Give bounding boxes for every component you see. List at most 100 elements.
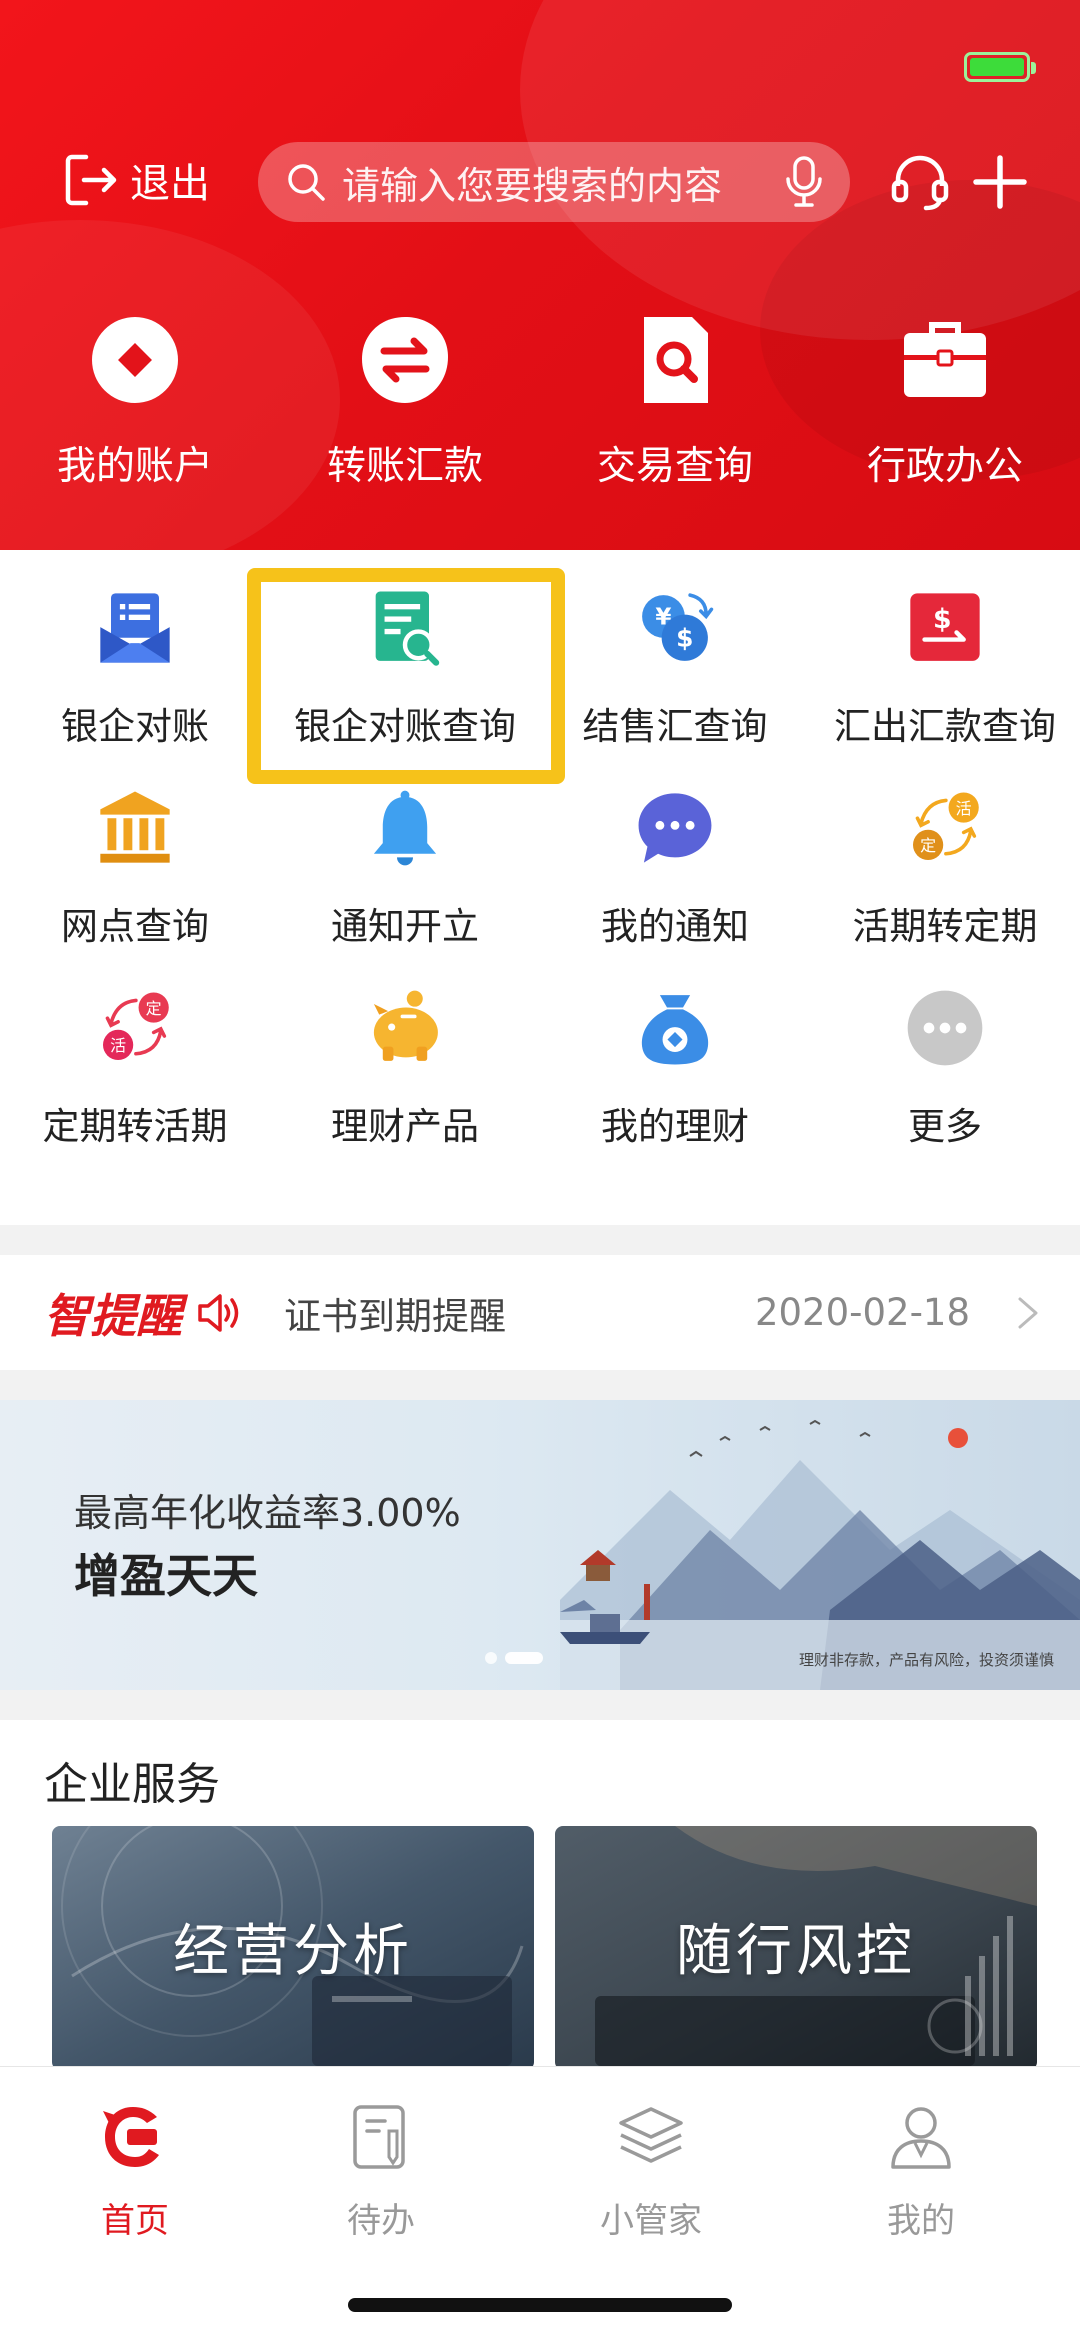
bell-icon [373,790,437,866]
briefcase-icon [904,322,986,397]
exit-button[interactable]: 退出 [62,148,210,212]
grid-item-label: 汇出汇款查询 [834,705,1056,748]
top-bar: 退出 请输入您要搜索的内容 [0,130,1080,230]
grid-item-label: 银企对账 [61,705,209,748]
grid-row: 银企对账 银企对账查询 ¥ $ 结售汇查询 $ 汇出汇款查询 [0,550,1080,750]
grid-item-wealth-products[interactable]: 理财产品 [270,950,540,1150]
svg-text:活: 活 [110,1036,126,1055]
headset-icon[interactable] [888,150,952,214]
svg-text:定: 定 [146,999,162,1018]
logout-icon [65,154,117,206]
battery-icon [964,52,1036,82]
grid-item-reconciliation[interactable]: 银企对账 [0,550,270,750]
reminder-text: 证书到期提醒 [284,1294,506,1338]
grid-item-label: 网点查询 [61,905,209,948]
card-label: 随行风控 [676,1918,916,1984]
grid-item-label: 活期转定期 [852,905,1038,948]
speaker-icon [198,1293,239,1332]
search-placeholder: 请输入您要搜索的内容 [342,163,723,208]
banner-subtitle: 最高年化收益率3.00% [74,1491,461,1535]
svg-text:定: 定 [920,836,936,855]
carousel-dot [485,1652,497,1664]
svg-text:活: 活 [956,799,972,818]
grid-item-label: 结售汇查询 [582,705,768,748]
quick-actions: 我的账户 转账汇款 交易查询 行政办公 [0,315,1080,515]
piggy-bank-icon [373,990,438,1061]
grid-item-label: 通知开立 [331,905,479,948]
fixed-to-current-icon: 定 活 [103,992,169,1060]
carousel-indicator [485,1652,543,1664]
reconciliation-query-icon [375,591,440,666]
grid-item-fixed-to-current[interactable]: 定 活 定期转活期 [0,950,270,1150]
quick-action-label: 我的账户 [56,444,213,489]
smart-reminder-bar[interactable]: 智提醒 证书到期提醒 2020-02-18 [0,1255,1080,1370]
carousel-dot-active [505,1652,543,1664]
grid-item-outward-remittance-query[interactable]: $ 汇出汇款查询 [810,550,1080,750]
exit-label: 退出 [130,161,210,207]
tab-todo[interactable]: 待办 [246,2101,516,2242]
microphone-icon[interactable] [784,155,824,209]
clipboard-icon [353,2105,405,2169]
risk-disclaimer: 理财非存款，产品有风险，投资须谨慎 [798,1651,1054,1669]
promo-banner[interactable]: 最高年化收益率3.00% 增盈天天 理财非存款，产品有风险，投资须谨慎 [0,1400,1080,1690]
grid-item-my-notices[interactable]: 我的通知 [540,750,810,950]
quick-action-transaction-query[interactable]: 交易查询 [540,315,810,515]
quick-action-transfer[interactable]: 转账汇款 [270,315,540,515]
reconciliation-icon [100,593,170,663]
grid-item-reconciliation-query[interactable]: 银企对账查询 [270,550,540,750]
banner-title: 增盈天天 [74,1549,258,1603]
fx-settlement-icon: ¥ $ [642,593,714,661]
tab-assistant[interactable]: 小管家 [516,2101,786,2242]
status-bar [0,0,1080,120]
tab-label: 小管家 [600,2201,702,2241]
grid-item-fx-settlement-query[interactable]: ¥ $ 结售汇查询 [540,550,810,750]
tab-me[interactable]: 我的 [786,2101,1056,2242]
landscape-illustration [560,1419,1080,1690]
grid-item-my-wealth[interactable]: 我的理财 [540,950,810,1150]
grid-item-label: 银企对账查询 [294,705,516,748]
transaction-query-icon [644,317,708,403]
plus-icon[interactable] [970,152,1030,212]
tab-home[interactable]: 首页 [0,2101,270,2242]
header: 退出 请输入您要搜索的内容 我的账户 转账汇款 交易查询 行政办公 [0,0,1080,550]
quick-action-label: 交易查询 [596,444,753,489]
chevron-right-icon [1018,1297,1038,1328]
account-icon [92,317,178,403]
card-risk-control[interactable]: 随行风控 [555,1826,1037,2070]
transfer-icon [362,317,448,403]
money-bag-icon [641,995,709,1065]
search-icon [288,164,325,201]
services-grid: 银企对账 银企对账查询 ¥ $ 结售汇查询 $ 汇出汇款查询 网点查询 通知开立… [0,550,1080,1225]
grid-item-label: 更多 [908,1105,982,1148]
smart-reminder-brand: 智提醒 [44,1288,182,1343]
layers-icon [619,2107,683,2163]
section-title: 企业服务 [44,1759,220,1810]
grid-item-more[interactable]: 更多 [810,950,1080,1150]
tab-label: 待办 [347,2201,415,2241]
grid-item-label: 我的理财 [601,1105,749,1148]
grid-item-current-to-fixed[interactable]: 活 定 活期转定期 [810,750,1080,950]
reminder-date: 2020-02-18 [754,1291,970,1334]
tab-label: 首页 [101,2201,169,2241]
enterprise-services: 企业服务 经营分析 随行风控 [0,1720,1080,2070]
grid-row: 网点查询 通知开立 我的通知 活 定 活期转定期 [0,750,1080,950]
outward-remittance-icon: $ [910,593,980,661]
grid-item-label: 定期转活期 [42,1105,228,1148]
card-label: 经营分析 [173,1918,413,1984]
grid-item-branch-query[interactable]: 网点查询 [0,750,270,950]
quick-action-admin-office[interactable]: 行政办公 [810,315,1080,515]
search-input[interactable]: 请输入您要搜索的内容 [258,142,850,222]
more-icon [907,990,983,1066]
quick-action-label: 行政办公 [866,444,1023,489]
home-indicator [348,2298,732,2312]
card-business-analysis[interactable]: 经营分析 [52,1826,534,2070]
tab-label: 我的 [887,2201,955,2241]
quick-action-my-account[interactable]: 我的账户 [0,315,270,515]
grid-item-label: 理财产品 [331,1105,479,1148]
user-icon [891,2107,951,2169]
grid-row: 定 活 定期转活期 理财产品 我的理财 更多 [0,950,1080,1150]
svg-text:$: $ [676,624,693,653]
svg-text:$: $ [933,604,952,635]
grid-item-notice-opening[interactable]: 通知开立 [270,750,540,950]
current-to-fixed-icon: 活 定 [913,792,979,860]
